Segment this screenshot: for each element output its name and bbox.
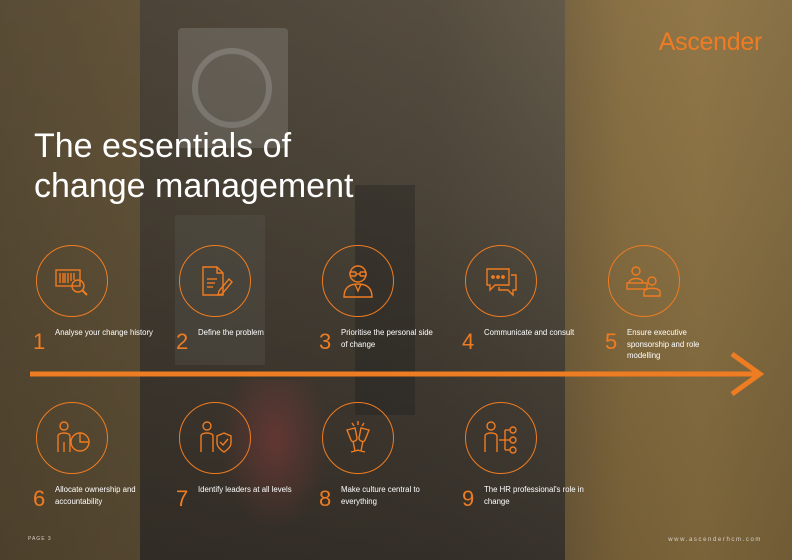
speech-bubbles-icon <box>486 268 517 297</box>
barcode-magnifier-icon <box>55 269 88 296</box>
step-3-caption: 3 Prioritise the personal side of change <box>319 327 459 353</box>
step-1-caption: 1 Analyse your change history <box>33 327 173 353</box>
ascender-logo: Ascender <box>658 28 763 56</box>
step-number: 2 <box>176 329 189 354</box>
step-label: Prioritise the personal side of change <box>341 328 433 349</box>
step-5: 5 Ensure executive sponsorship and role … <box>605 245 745 362</box>
step-6: 6 Allocate ownership and accountability <box>33 402 173 510</box>
step-label: Analyse your change history <box>55 328 153 337</box>
step-label: Define the problem <box>198 328 264 337</box>
step-6-circle <box>36 402 108 474</box>
step-label: Identify leaders at all levels <box>198 485 292 494</box>
person-shield-icon <box>200 421 232 453</box>
step-9-caption: 9 The HR professional's role in change <box>462 484 602 510</box>
step-6-caption: 6 Allocate ownership and accountability <box>33 484 173 510</box>
page: Ascender The essentials of change manage… <box>0 0 792 560</box>
step-8-caption: 8 Make culture central to everything <box>319 484 459 510</box>
champagne-toast-icon <box>346 421 370 453</box>
step-7-circle <box>179 402 251 474</box>
person-pie-chart-icon <box>57 421 90 452</box>
step-5-circle <box>608 245 680 317</box>
step-9: 9 The HR professional's role in change <box>462 402 602 510</box>
step-number: 7 <box>176 486 189 511</box>
step-number: 5 <box>605 329 618 354</box>
step-number: 6 <box>33 486 46 511</box>
step-2-caption: 2 Define the problem <box>176 327 316 353</box>
step-9-circle <box>465 402 537 474</box>
step-7: 7 Identify leaders at all levels <box>176 402 316 510</box>
step-4-circle <box>465 245 537 317</box>
step-1-circle <box>36 245 108 317</box>
step-7-caption: 7 Identify leaders at all levels <box>176 484 316 510</box>
step-number: 1 <box>33 329 46 354</box>
page-title: The essentials of change management <box>34 126 434 206</box>
step-label: Communicate and consult <box>484 328 575 337</box>
step-2-circle <box>179 245 251 317</box>
step-number: 3 <box>319 329 332 354</box>
step-4: 4 Communicate and consult <box>462 245 602 353</box>
title-line-2: change management <box>34 167 354 205</box>
step-2: 2 Define the problem <box>176 245 316 353</box>
step-number: 9 <box>462 486 475 511</box>
timeline-arrow <box>30 352 765 396</box>
step-3-circle <box>322 245 394 317</box>
step-3: 3 Prioritise the personal side of change <box>319 245 459 353</box>
person-glasses-icon <box>343 265 373 298</box>
step-label: Allocate ownership and accountability <box>55 485 136 506</box>
step-8: 8 Make culture central to everything <box>319 402 459 510</box>
website-link[interactable]: www.ascenderhcm.com <box>668 537 762 543</box>
title-line-1: The essentials of <box>34 127 292 165</box>
document-pen-icon <box>202 266 233 296</box>
step-label: Make culture central to everything <box>341 485 420 506</box>
step-4-caption: 4 Communicate and consult <box>462 327 602 353</box>
person-network-icon <box>484 421 517 454</box>
background-ac-fan <box>192 48 272 128</box>
step-label: The HR professional's role in change <box>484 485 584 506</box>
step-number: 4 <box>462 329 475 354</box>
step-1: 1 Analyse your change history <box>33 245 173 353</box>
page-number: PAGE 3 <box>28 536 52 542</box>
step-number: 8 <box>319 486 332 511</box>
step-8-circle <box>322 402 394 474</box>
presenter-audience-icon <box>626 266 661 297</box>
